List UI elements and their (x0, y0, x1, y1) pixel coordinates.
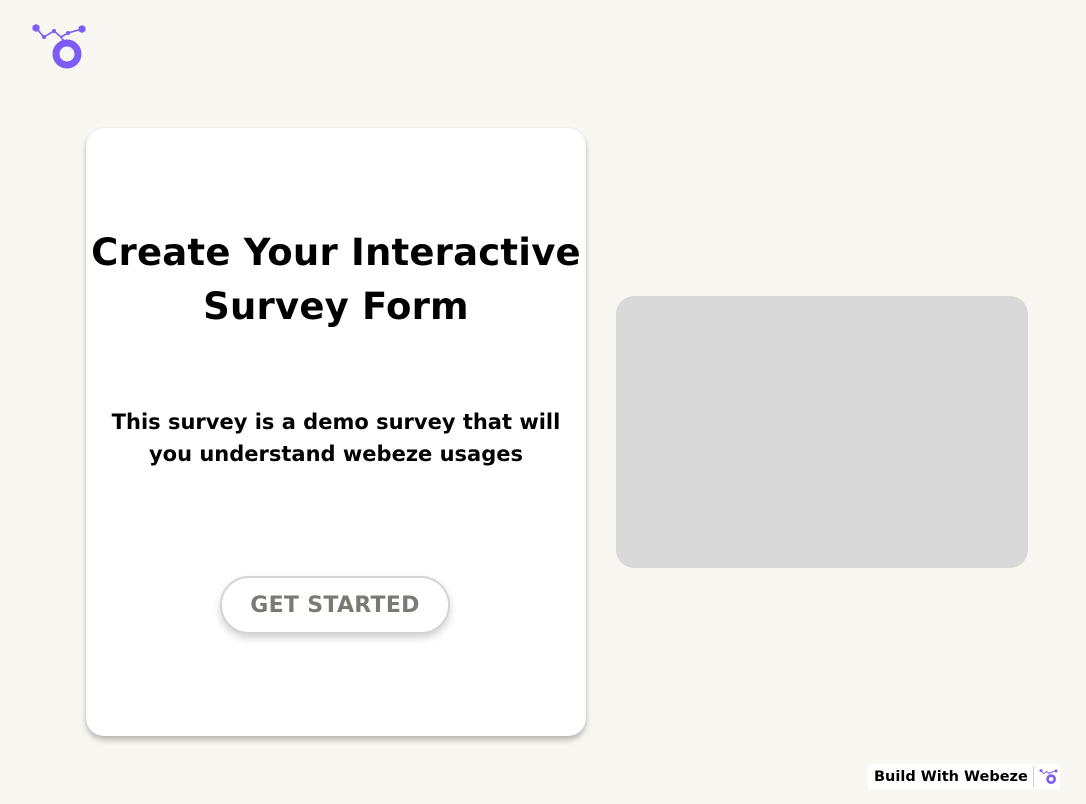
media-placeholder (616, 296, 1028, 568)
badge-label: Build With Webeze (874, 768, 1028, 785)
badge-divider (1032, 766, 1034, 787)
get-started-button[interactable]: GET STARTED (220, 576, 450, 634)
webeze-logo-icon[interactable] (30, 22, 88, 70)
page-title: Create Your Interactive Survey Form (91, 231, 581, 328)
page-subtitle: This survey is a demo survey that will y… (111, 410, 561, 466)
webeze-logo-icon (1039, 768, 1058, 785)
intro-card: Create Your Interactive Survey Form This… (86, 128, 586, 736)
build-with-webeze-badge[interactable]: Build With Webeze (868, 764, 1060, 789)
